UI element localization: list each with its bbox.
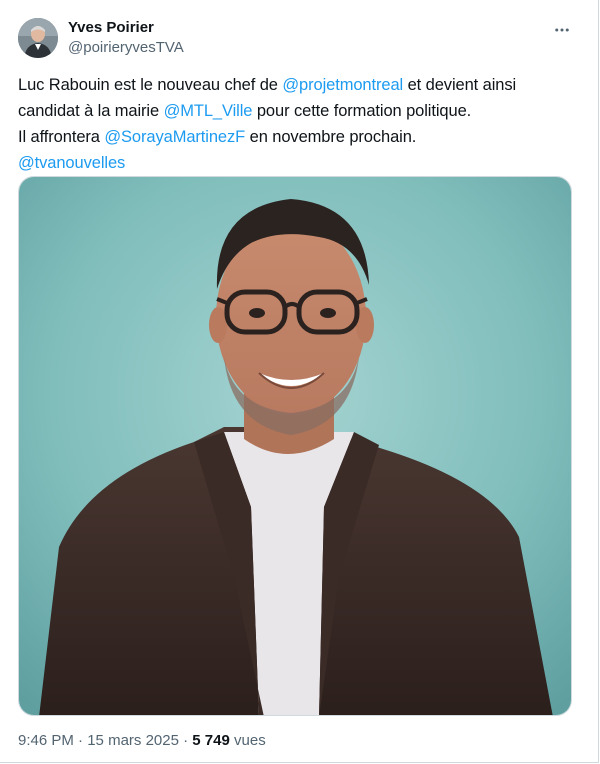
mention-link[interactable]: @tvanouvelles — [18, 154, 125, 172]
tweet-meta: 9:46 PM · 15 mars 2025 · 5 749 vues — [18, 732, 266, 749]
tweet-text-line: @tvanouvelles — [18, 150, 578, 176]
mention-link[interactable]: @SorayaMartinezF — [104, 128, 245, 146]
tweet-photo[interactable] — [18, 176, 572, 716]
views-count: 5 749 — [192, 732, 230, 749]
tweet-date[interactable]: 15 mars 2025 — [87, 732, 179, 749]
mention-link[interactable]: @MTL_Ville — [164, 102, 253, 120]
user-names: Yves Poirier @poirieryvesTVA — [68, 18, 184, 58]
tweet-header: Yves Poirier @poirieryvesTVA — [18, 16, 184, 60]
portrait-photo — [19, 177, 571, 715]
tweet-text-segment: et devient ainsi — [403, 76, 517, 94]
avatar-image — [18, 18, 58, 58]
user-handle[interactable]: @poirieryvesTVA — [68, 38, 184, 58]
tweet-text-line: candidat à la mairie @MTL_Ville pour cet… — [18, 98, 578, 124]
meta-separator: · — [178, 732, 193, 749]
tweet-text-segment: Il affrontera — [18, 128, 105, 146]
more-horizontal-icon — [555, 28, 569, 32]
tweet-time[interactable]: 9:46 PM — [18, 732, 74, 749]
meta-separator: · — [73, 732, 88, 749]
avatar[interactable] — [18, 18, 58, 58]
tweet-text-segment: Luc Rabouin est le nouveau chef de — [18, 76, 283, 94]
tweet-text: Luc Rabouin est le nouveau chef de @proj… — [18, 72, 578, 176]
tweet-text-segment: en novembre prochain. — [245, 128, 417, 146]
views-label: vues — [229, 732, 266, 749]
tweet-text-line: Il affrontera @SorayaMartinezF en novemb… — [18, 124, 578, 150]
tweet-text-line: Luc Rabouin est le nouveau chef de @proj… — [18, 72, 578, 98]
tweet-text-segment: candidat à la mairie — [18, 102, 164, 120]
display-name[interactable]: Yves Poirier — [68, 18, 184, 38]
tweet-text-segment: pour cette formation politique. — [252, 102, 472, 120]
more-button[interactable] — [550, 18, 574, 42]
tweet-card: Yves Poirier @poirieryvesTVA Luc Rabouin… — [0, 0, 600, 764]
mention-link[interactable]: @projetmontreal — [282, 76, 403, 94]
